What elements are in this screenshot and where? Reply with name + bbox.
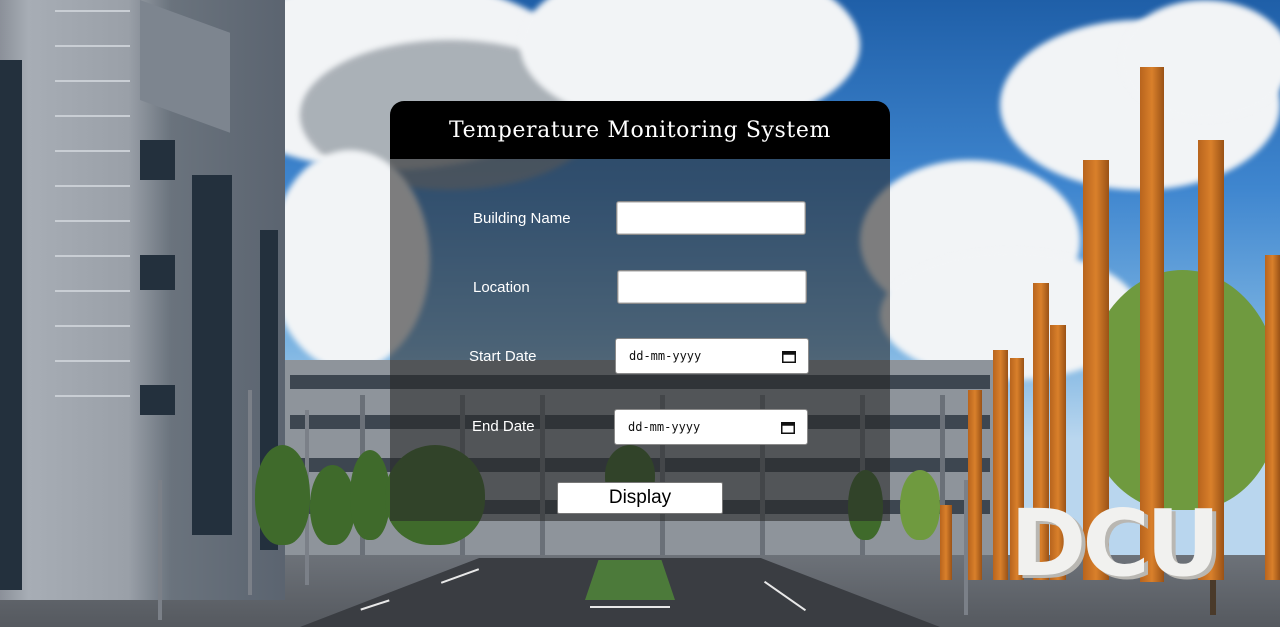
temperature-form-card: Temperature Monitoring System Building N…	[390, 101, 890, 521]
pillar	[968, 390, 982, 580]
lamp-post	[248, 390, 252, 595]
pillar	[940, 505, 952, 580]
building-name-label: Building Name	[473, 210, 571, 227]
start-date-input[interactable]: dd-mm-yyyy	[615, 338, 809, 374]
tree	[1085, 270, 1280, 510]
building-name-input[interactable]	[616, 201, 806, 235]
end-date-input[interactable]: dd-mm-yyyy	[614, 409, 808, 445]
tree	[255, 445, 310, 545]
calendar-icon[interactable]	[781, 421, 795, 434]
pillar	[993, 350, 1008, 580]
traffic-light-pole	[158, 480, 162, 620]
card-header: Temperature Monitoring System	[390, 101, 890, 159]
tree	[310, 465, 355, 545]
left-building	[0, 0, 285, 600]
start-date-label: Start Date	[469, 348, 537, 365]
road-median	[585, 560, 675, 600]
pillar	[1265, 255, 1280, 580]
calendar-icon[interactable]	[782, 350, 796, 363]
dcu-sign: DCU	[1010, 490, 1221, 597]
end-date-label: End Date	[472, 418, 535, 435]
page-title: Temperature Monitoring System	[449, 117, 831, 143]
display-button[interactable]: Display	[557, 482, 723, 514]
end-date-value: dd-mm-yyyy	[628, 420, 701, 434]
location-input[interactable]	[617, 270, 807, 304]
lane-marking	[590, 606, 670, 608]
location-label: Location	[473, 279, 530, 296]
start-date-value: dd-mm-yyyy	[629, 349, 702, 363]
tree	[350, 450, 390, 540]
tree	[900, 470, 940, 540]
